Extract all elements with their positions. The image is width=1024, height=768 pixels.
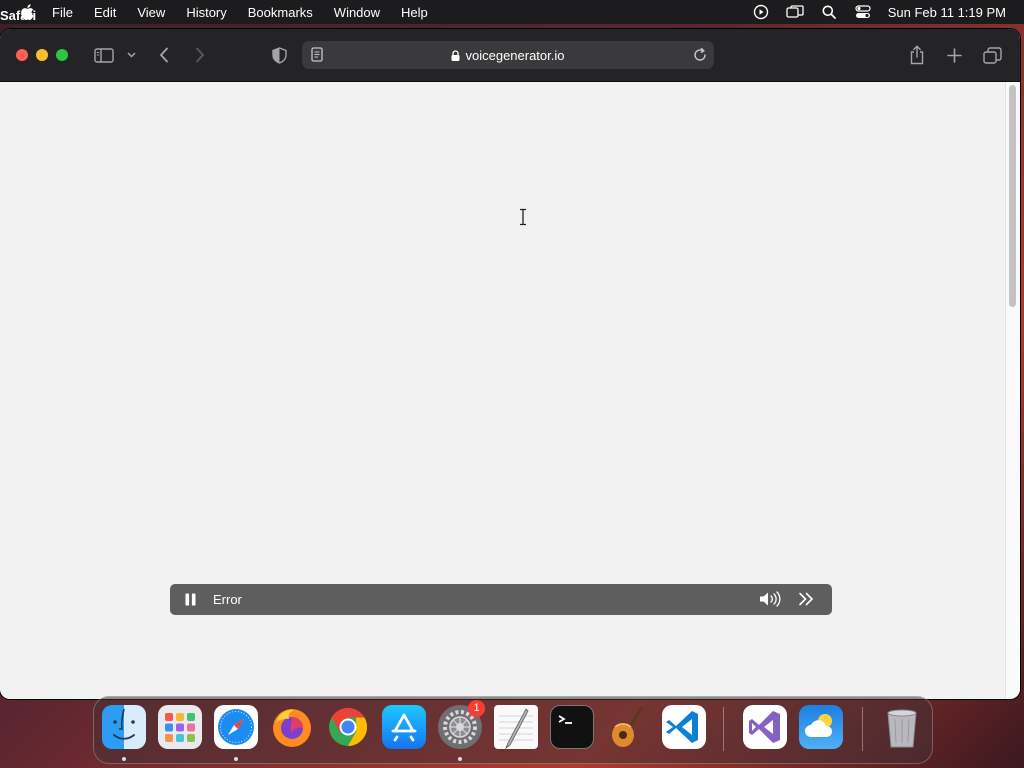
tab-overview-icon[interactable] — [981, 45, 1003, 65]
running-indicator — [458, 757, 462, 761]
screen-record-icon[interactable] — [752, 4, 770, 20]
vscode-icon[interactable] — [662, 705, 706, 749]
safari-dock-icon[interactable] — [214, 705, 258, 749]
safari-window: voicegenerator.io Error — [0, 29, 1020, 699]
textedit-icon[interactable] — [494, 705, 538, 750]
forward-icon[interactable] — [193, 45, 207, 65]
audio-player-bar: Error — [170, 584, 832, 615]
menubar-clock[interactable]: Sun Feb 11 1:19 PM — [888, 5, 1006, 20]
player-status-text: Error — [213, 592, 242, 607]
address-bar[interactable]: voicegenerator.io — [302, 41, 714, 69]
scrollbar-thumb[interactable] — [1009, 85, 1016, 307]
launchpad-icon[interactable] — [158, 705, 202, 749]
running-indicator — [234, 757, 238, 761]
finder-icon[interactable] — [102, 705, 146, 749]
notification-badge: 1 — [468, 700, 485, 717]
url-text: voicegenerator.io — [465, 48, 565, 63]
browser-toolbar: voicegenerator.io — [0, 29, 1020, 82]
dock: 1 — [93, 696, 933, 764]
menu-view[interactable]: View — [137, 5, 165, 20]
back-icon[interactable] — [157, 45, 171, 65]
lock-icon — [451, 49, 460, 64]
firefox-icon[interactable] — [270, 705, 314, 749]
sidebar-icon[interactable] — [93, 45, 115, 65]
new-tab-icon[interactable] — [944, 45, 964, 65]
url-display[interactable]: voicegenerator.io — [302, 48, 714, 64]
minimize-window-button[interactable] — [36, 49, 48, 61]
text-cursor-icon — [520, 208, 526, 226]
visual-studio-icon[interactable] — [743, 705, 787, 749]
screen-mirror-icon[interactable] — [786, 4, 804, 20]
dock-separator — [723, 707, 724, 751]
menu-history[interactable]: History — [186, 5, 226, 20]
terminal-icon[interactable] — [550, 705, 594, 749]
pause-icon[interactable] — [185, 593, 197, 606]
zoom-window-button[interactable] — [56, 49, 68, 61]
menu-edit[interactable]: Edit — [94, 5, 116, 20]
skip-forward-icon[interactable] — [798, 592, 814, 609]
menu-bookmarks[interactable]: Bookmarks — [248, 5, 313, 20]
app-store-icon[interactable] — [382, 705, 426, 749]
menu-file[interactable]: File — [52, 5, 73, 20]
dock-separator — [862, 707, 863, 751]
garageband-icon[interactable] — [606, 705, 650, 749]
privacy-shield-icon[interactable] — [270, 45, 288, 65]
trash-icon[interactable] — [880, 705, 924, 749]
chrome-icon[interactable] — [326, 705, 370, 749]
chevron-down-icon[interactable] — [125, 45, 137, 65]
menu-window[interactable]: Window — [334, 5, 380, 20]
spotlight-search-icon[interactable] — [820, 4, 838, 20]
page-scrollbar[interactable] — [1005, 82, 1020, 699]
control-center-icon[interactable] — [854, 4, 872, 20]
running-indicator — [122, 757, 126, 761]
menu-help[interactable]: Help — [401, 5, 428, 20]
volume-icon[interactable] — [759, 591, 783, 610]
share-icon[interactable] — [907, 45, 927, 65]
web-page-content[interactable]: Error — [0, 82, 1006, 699]
menu-bar: Safari File Edit View History Bookmarks … — [0, 0, 1024, 24]
close-window-button[interactable] — [16, 49, 28, 61]
reload-icon[interactable] — [693, 47, 707, 67]
weather-icon[interactable] — [799, 705, 843, 749]
